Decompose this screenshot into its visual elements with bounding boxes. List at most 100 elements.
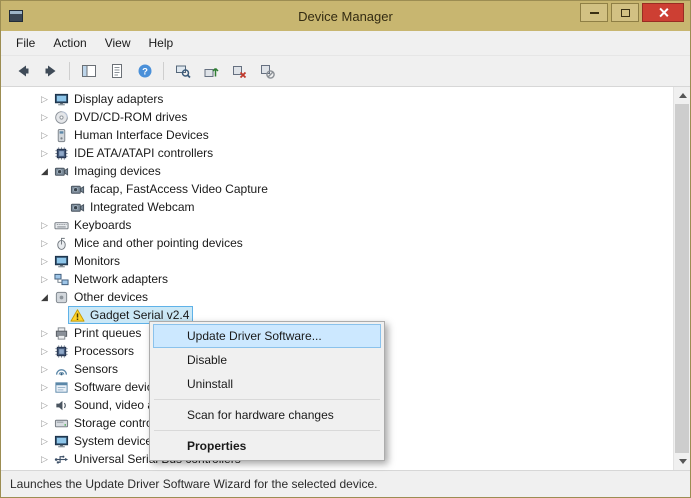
expand-arrow-icon[interactable] xyxy=(37,418,52,429)
toolbar xyxy=(1,55,690,86)
context-menu-item-properties[interactable]: Properties xyxy=(153,434,381,458)
tree-item-network-adapters[interactable]: Network adapters xyxy=(1,270,673,288)
forward-button[interactable] xyxy=(37,58,64,84)
keyboard-icon xyxy=(54,218,69,233)
camera-icon xyxy=(70,200,85,215)
scroll-up-button[interactable] xyxy=(674,87,690,104)
tree-item-other-devices[interactable]: Other devices xyxy=(1,288,673,306)
uninstall-button[interactable] xyxy=(225,58,252,84)
tree-item-integrated-webcam[interactable]: Integrated Webcam xyxy=(1,198,673,216)
disable-button[interactable] xyxy=(253,58,280,84)
device-manager-app-icon xyxy=(9,10,23,22)
expand-arrow-icon[interactable] xyxy=(37,238,52,249)
tree-item-facap-fastaccess[interactable]: facap, FastAccess Video Capture xyxy=(1,180,673,198)
device-manager-window: Device Manager File Action View Help Dis… xyxy=(0,0,691,498)
expand-arrow-icon[interactable] xyxy=(37,454,52,465)
menu-help[interactable]: Help xyxy=(140,33,183,53)
hid-icon xyxy=(54,128,69,143)
expand-arrow-icon[interactable] xyxy=(37,436,52,447)
tree-item-mice[interactable]: Mice and other pointing devices xyxy=(1,234,673,252)
show-console-tree-icon xyxy=(81,63,97,79)
vertical-scrollbar[interactable] xyxy=(673,87,690,470)
collapse-arrow-icon[interactable] xyxy=(37,292,52,303)
context-menu-item-disable[interactable]: Disable xyxy=(153,348,381,372)
menu-view[interactable]: View xyxy=(96,33,140,53)
context-menu-item-uninstall[interactable]: Uninstall xyxy=(153,372,381,396)
properties-button[interactable] xyxy=(103,58,130,84)
expand-arrow-icon[interactable] xyxy=(37,328,52,339)
context-menu-item-scan-for-hardware-changes[interactable]: Scan for hardware changes xyxy=(153,403,381,427)
tree-item-label[interactable]: Monitors xyxy=(74,253,120,269)
expand-arrow-icon[interactable] xyxy=(37,130,52,141)
update-driver-button[interactable] xyxy=(197,58,224,84)
context-menu-separator xyxy=(154,430,380,431)
window-controls xyxy=(580,0,690,33)
help-icon xyxy=(137,63,153,79)
tree-item-dvd-cdrom-drives[interactable]: DVD/CD-ROM drives xyxy=(1,108,673,126)
mouse-icon xyxy=(54,236,69,251)
tree-item-label[interactable]: Human Interface Devices xyxy=(74,127,209,143)
expand-arrow-icon[interactable] xyxy=(37,364,52,375)
maximize-button[interactable] xyxy=(611,3,639,22)
scroll-down-button[interactable] xyxy=(674,453,690,470)
tree-item-label[interactable]: System devices xyxy=(74,433,158,449)
tree-item-ide-ata-atapi-controllers[interactable]: IDE ATA/ATAPI controllers xyxy=(1,144,673,162)
expand-arrow-icon[interactable] xyxy=(37,220,52,231)
tree-item-label[interactable]: Mice and other pointing devices xyxy=(74,235,243,251)
disable-icon xyxy=(259,63,275,79)
tree-item-display-adapters[interactable]: Display adapters xyxy=(1,90,673,108)
tree-item-label[interactable]: Sensors xyxy=(74,361,118,377)
camera-icon xyxy=(70,182,85,197)
expand-arrow-icon[interactable] xyxy=(37,148,52,159)
tree-item-label[interactable]: facap, FastAccess Video Capture xyxy=(90,181,268,197)
toolbar-separator xyxy=(69,62,70,80)
menu-file[interactable]: File xyxy=(7,33,44,53)
tree-item-label[interactable]: DVD/CD-ROM drives xyxy=(74,109,187,125)
context-menu-item-update-driver-software[interactable]: Update Driver Software... xyxy=(153,324,381,348)
unknown-device-icon xyxy=(54,290,69,305)
collapse-arrow-icon[interactable] xyxy=(37,166,52,177)
expand-arrow-icon[interactable] xyxy=(37,256,52,267)
scan-hardware-button[interactable] xyxy=(169,58,196,84)
tree-item-label[interactable]: Network adapters xyxy=(74,271,168,287)
tree-item-monitors[interactable]: Monitors xyxy=(1,252,673,270)
menu-bar: File Action View Help xyxy=(1,31,690,55)
expand-arrow-icon[interactable] xyxy=(37,94,52,105)
expand-arrow-icon[interactable] xyxy=(37,400,52,411)
tree-item-label[interactable]: Processors xyxy=(74,343,134,359)
expand-arrow-icon[interactable] xyxy=(37,112,52,123)
scroll-up-icon xyxy=(679,93,687,98)
tree-item-label[interactable]: Display adapters xyxy=(74,91,163,107)
expand-arrow-icon[interactable] xyxy=(37,382,52,393)
uninstall-icon xyxy=(231,63,247,79)
status-text: Launches the Update Driver Software Wiza… xyxy=(10,477,378,491)
tree-item-label[interactable]: Imaging devices xyxy=(74,163,161,179)
tree-item-human-interface-devices[interactable]: Human Interface Devices xyxy=(1,126,673,144)
close-icon xyxy=(658,7,669,18)
tree-item-imaging-devices[interactable]: Imaging devices xyxy=(1,162,673,180)
expand-arrow-icon[interactable] xyxy=(37,274,52,285)
tree-item-label[interactable]: Keyboards xyxy=(74,217,131,233)
tree-item-label[interactable]: IDE ATA/ATAPI controllers xyxy=(74,145,213,161)
tree-item-label[interactable]: Integrated Webcam xyxy=(90,199,195,215)
menu-action[interactable]: Action xyxy=(44,33,95,53)
maximize-icon xyxy=(621,9,630,17)
chip-icon xyxy=(54,146,69,161)
tree-item-label[interactable]: Print queues xyxy=(74,325,141,341)
show-console-tree-button[interactable] xyxy=(75,58,102,84)
warning-icon xyxy=(70,308,85,323)
network-icon xyxy=(54,272,69,287)
minimize-button[interactable] xyxy=(580,3,608,22)
tree-item-keyboards[interactable]: Keyboards xyxy=(1,216,673,234)
sensor-icon xyxy=(54,362,69,377)
tree-item-label[interactable]: Other devices xyxy=(74,289,148,305)
context-menu-separator xyxy=(154,399,380,400)
printer-icon xyxy=(54,326,69,341)
help-button[interactable] xyxy=(131,58,158,84)
title-bar[interactable]: Device Manager xyxy=(1,1,690,31)
scrollbar-thumb[interactable] xyxy=(675,104,689,453)
speaker-icon xyxy=(54,398,69,413)
close-button[interactable] xyxy=(642,3,684,22)
back-button[interactable] xyxy=(9,58,36,84)
expand-arrow-icon[interactable] xyxy=(37,346,52,357)
